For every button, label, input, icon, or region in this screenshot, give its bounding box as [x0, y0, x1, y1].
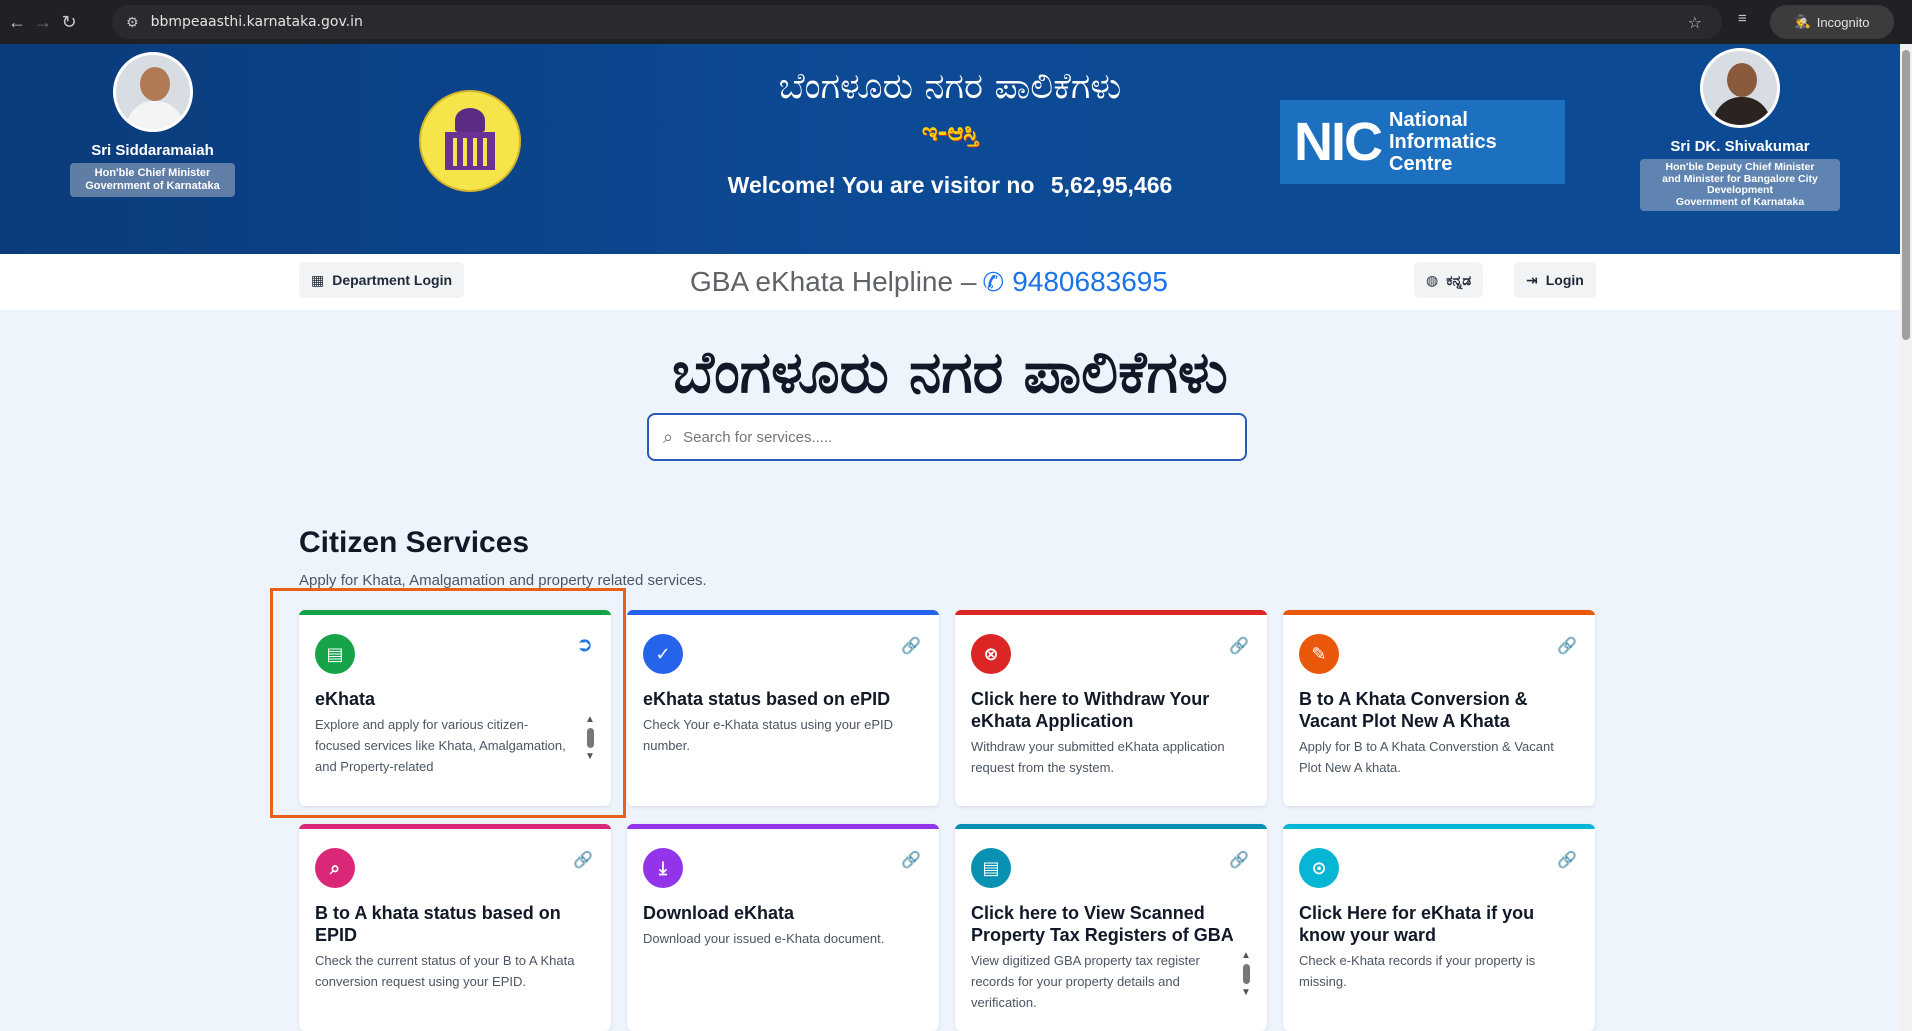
- chief-minister-avatar: [112, 52, 193, 132]
- card-title: eKhata status based on ePID: [643, 689, 891, 709]
- incognito-indicator[interactable]: 🕵 Incognito: [1770, 5, 1894, 39]
- nic-letters: NIC: [1294, 112, 1383, 172]
- address-bar[interactable]: ⚙ bbmpeaasthi.karnataka.gov.in ☆: [112, 5, 1722, 39]
- visitor-counter: Welcome! You are visitor no 5,62,95,466: [640, 172, 1260, 199]
- incognito-icon: 🕵: [1794, 14, 1811, 29]
- service-card-b-to-a-conversion[interactable]: ✎ 🔗 B to A Khata Conversion & Vacant Plo…: [1283, 610, 1595, 806]
- card-title: Click here to View Scanned Property Tax …: [971, 903, 1234, 945]
- site-info-icon[interactable]: ⚙: [126, 14, 139, 31]
- link-icon[interactable]: 🔗: [573, 850, 593, 870]
- card-scrollbar[interactable]: ▲ ▼: [1241, 950, 1251, 998]
- banner-title: ಬೆಂಗಳೂರು ನಗರ ಪಾಲಿಕೆಗಳು: [778, 66, 1122, 107]
- card-title: B to A Khata Conversion & Vacant Plot Ne…: [1299, 689, 1528, 731]
- helpline-label: GBA eKhata Helpline –: [690, 266, 977, 297]
- service-card-withdraw[interactable]: ⊗ 🔗 Click here to Withdraw Your eKhata A…: [955, 610, 1267, 806]
- card-desc: Apply for B to A Khata Converstion & Vac…: [1299, 739, 1554, 775]
- check-icon: ✓: [643, 634, 683, 674]
- card-strip: [627, 610, 939, 615]
- link-icon[interactable]: 🔗: [901, 636, 921, 656]
- card-title: Click Here for eKhata if you know your w…: [1299, 903, 1535, 945]
- search-icon: ⌕: [315, 848, 355, 888]
- nic-words: National Informatics Centre: [1389, 109, 1497, 175]
- forward-arrow-icon[interactable]: →: [30, 9, 56, 35]
- service-card-ekhata-status-epid[interactable]: ✓ 🔗 eKhata status based on ePID Check Yo…: [627, 610, 939, 806]
- download-icon: ⤓: [643, 848, 683, 888]
- card-strip: [627, 824, 939, 829]
- location-icon: ⊙: [1299, 848, 1339, 888]
- link-icon[interactable]: 🔗: [1557, 636, 1577, 656]
- scrollbar-thumb[interactable]: [1902, 50, 1910, 340]
- card-desc: Check e-Khata records if your property i…: [1299, 953, 1536, 989]
- deputy-cm-title: Hon'ble Deputy Chief Minister and Minist…: [1640, 159, 1840, 212]
- citizen-services-title: Citizen Services: [299, 526, 530, 559]
- chief-minister-name: Sri Siddaramaiah: [91, 142, 214, 159]
- card-strip: [1283, 824, 1595, 829]
- service-card-ekhata-by-ward[interactable]: ⊙ 🔗 Click Here for eKhata if you know yo…: [1283, 824, 1595, 1031]
- card-desc: View digitized GBA property tax register…: [971, 953, 1200, 1010]
- deputy-cm-block: Sri DK. Shivakumar Hon'ble Deputy Chief …: [1640, 48, 1840, 212]
- language-toggle-button[interactable]: ◍ ಕನ್ನಡ: [1414, 262, 1484, 298]
- helpline-number[interactable]: 9480683695: [1012, 266, 1168, 298]
- card-strip: [955, 824, 1267, 829]
- card-desc: Withdraw your submitted eKhata applicati…: [971, 739, 1225, 775]
- card-title: Click here to Withdraw Your eKhata Appli…: [971, 689, 1210, 731]
- service-card-scanned-tax-registers[interactable]: ▤ 🔗 Click here to View Scanned Property …: [955, 824, 1267, 1031]
- service-card-download-ekhata[interactable]: ⤓ 🔗 Download eKhata Download your issued…: [627, 824, 939, 1031]
- link-icon[interactable]: 🔗: [1229, 636, 1249, 656]
- url-text: bbmpeaasthi.karnataka.gov.in: [150, 14, 363, 30]
- page-scrollbar[interactable]: [1900, 44, 1912, 1031]
- globe-icon: ◍: [1426, 271, 1439, 288]
- service-card-b-to-a-status[interactable]: ⌕ 🔗 B to A khata status based on EPID Ch…: [299, 824, 611, 1031]
- card-desc: Check Your e-Khata status using your ePI…: [643, 717, 894, 753]
- link-icon[interactable]: 🔗: [1557, 850, 1577, 870]
- login-icon: ⇥: [1526, 271, 1538, 288]
- helpline: GBA eKhata Helpline – ✆ 9480683695: [690, 264, 1168, 300]
- chief-minister-block: Sri Siddaramaiah Hon'ble Chief Minister …: [70, 52, 235, 198]
- card-strip: [1283, 610, 1595, 615]
- language-label: ಕನ್ನಡ: [1446, 271, 1472, 288]
- link-icon[interactable]: 🔗: [901, 850, 921, 870]
- visitor-label: Welcome! You are visitor no: [727, 172, 1035, 198]
- edit-icon: ✎: [1299, 634, 1339, 674]
- bookmark-star-icon[interactable]: ☆: [1688, 13, 1702, 33]
- phone-icon: ✆: [982, 266, 1005, 297]
- card-strip: [299, 824, 611, 829]
- login-label: Login: [1545, 272, 1584, 288]
- highlight-box: [270, 588, 626, 818]
- card-title: B to A khata status based on EPID: [315, 903, 561, 945]
- deputy-cm-avatar: [1700, 48, 1780, 128]
- service-search[interactable]: ⌕: [647, 413, 1247, 461]
- citizen-services-subtitle: Apply for Khata, Amalgamation and proper…: [299, 572, 707, 589]
- e-aasthi-logo: ಇ-ಆಸ್ತಿ: [921, 118, 979, 146]
- login-button[interactable]: ⇥ Login: [1514, 262, 1596, 298]
- back-arrow-icon[interactable]: ←: [4, 9, 30, 35]
- tab-search-icon[interactable]: ≡: [1738, 10, 1747, 27]
- deputy-cm-name: Sri DK. Shivakumar: [1670, 138, 1810, 155]
- card-desc: Check the current status of your B to A …: [315, 953, 575, 989]
- chief-minister-title: Hon'ble Chief Minister Government of Kar…: [70, 163, 235, 198]
- department-login-button[interactable]: ▦ Department Login: [299, 262, 465, 298]
- visitor-count: 5,62,95,466: [1050, 172, 1173, 198]
- building-icon: ▦: [311, 271, 325, 288]
- card-strip: [955, 610, 1267, 615]
- nic-logo: NIC National Informatics Centre: [1280, 100, 1565, 184]
- browser-chrome: ← → ↻ ⚙ bbmpeaasthi.karnataka.gov.in ☆ ≡…: [0, 0, 1912, 44]
- card-title: Download eKhata: [643, 903, 795, 923]
- department-login-label: Department Login: [332, 272, 453, 288]
- search-icon: ⌕: [663, 426, 674, 447]
- document-icon: ▤: [971, 848, 1011, 888]
- government-emblem: [419, 90, 521, 192]
- reload-icon[interactable]: ↻: [56, 9, 82, 35]
- cancel-icon: ⊗: [971, 634, 1011, 674]
- search-input[interactable]: [683, 428, 1204, 446]
- hero-title: ಬೆಂಗಳೂರು ನಗರ ಪಾಲಿಕೆಗಳು: [672, 338, 1228, 406]
- link-icon[interactable]: 🔗: [1229, 850, 1249, 870]
- card-desc: Download your issued e-Khata document.: [643, 931, 885, 946]
- incognito-label: Incognito: [1816, 14, 1870, 30]
